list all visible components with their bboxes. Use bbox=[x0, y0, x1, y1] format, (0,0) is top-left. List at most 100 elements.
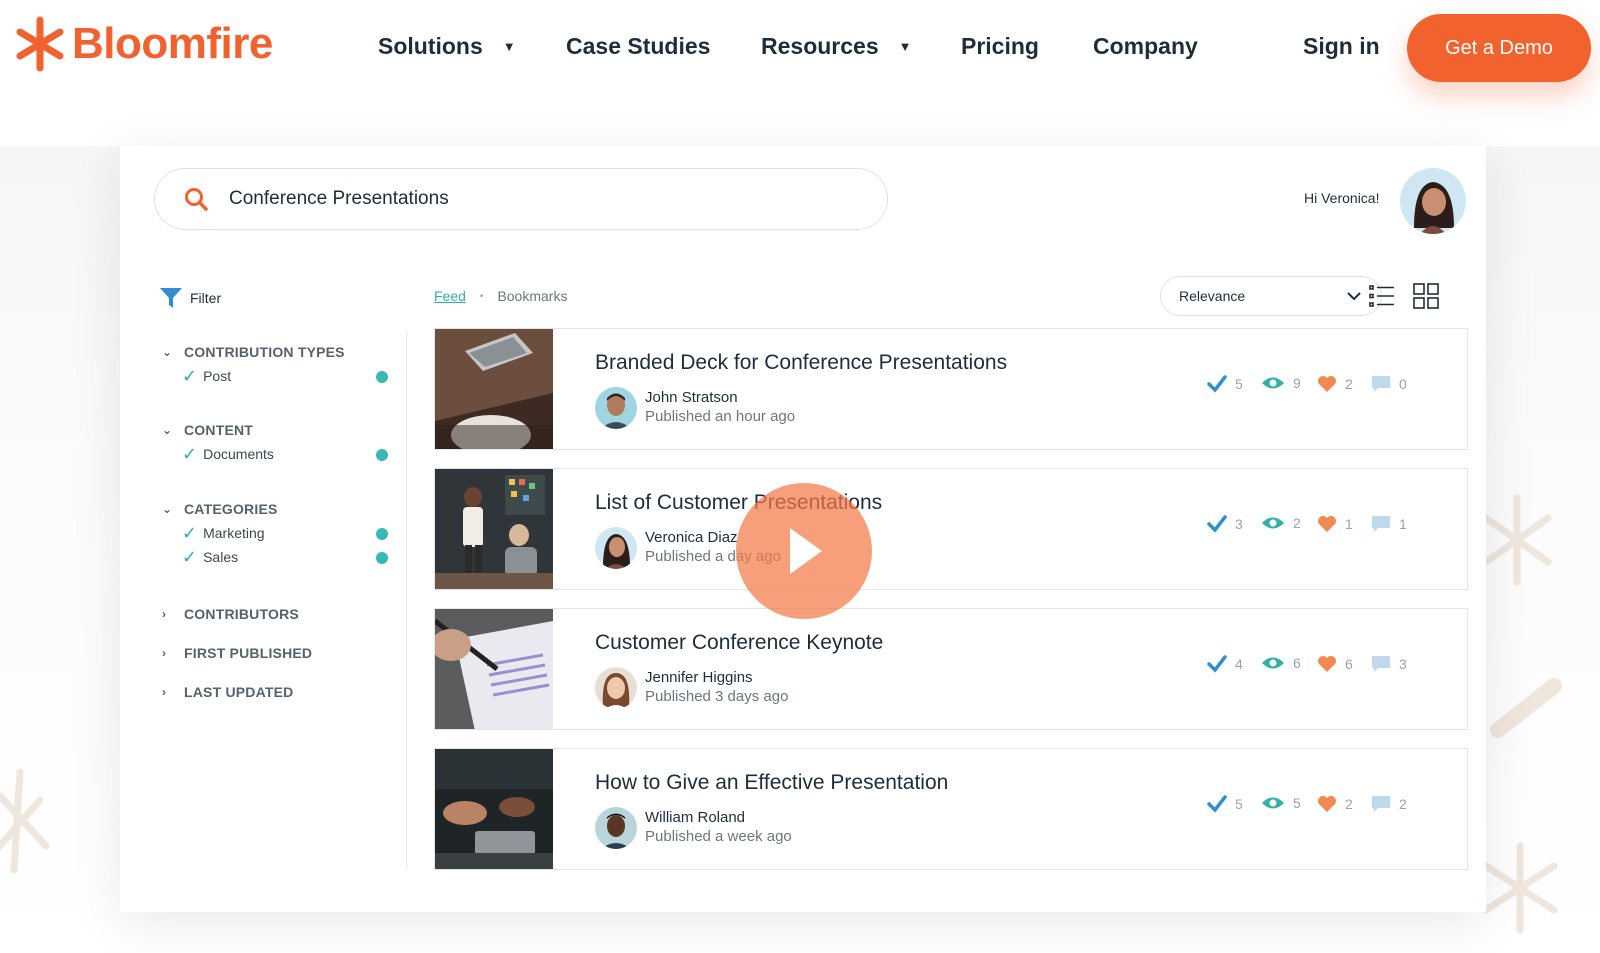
sort-dropdown[interactable]: Relevance bbox=[1160, 276, 1382, 316]
top-navigation: Bloomfire Solutions ▼ Case Studies Resou… bbox=[0, 0, 1600, 146]
filter-option-label: Sales bbox=[203, 549, 239, 565]
author-avatar[interactable] bbox=[595, 527, 637, 569]
stat-comments-count: 0 bbox=[1399, 376, 1407, 392]
filter-option-documents[interactable]: ✓ Documents bbox=[182, 445, 388, 463]
nav-pricing[interactable]: Pricing bbox=[961, 33, 1039, 60]
decorative-stroke-icon bbox=[1490, 678, 1562, 738]
stat-views: 6 bbox=[1261, 655, 1301, 671]
filter-option-sales[interactable]: ✓ Sales bbox=[182, 548, 388, 566]
caret-down-icon: ▼ bbox=[898, 39, 912, 54]
nav-case-studies[interactable]: Case Studies bbox=[566, 33, 710, 60]
nav-case-studies-label: Case Studies bbox=[566, 33, 711, 59]
feed-item[interactable]: List of Customer Presentations Veronica … bbox=[434, 468, 1468, 590]
filter-option-post[interactable]: ✓ Post bbox=[182, 367, 388, 385]
post-thumbnail bbox=[435, 749, 553, 869]
sign-in-link[interactable]: Sign in bbox=[1303, 33, 1380, 60]
chevron-right-icon: › bbox=[162, 685, 167, 699]
stat-comments: 0 bbox=[1371, 375, 1407, 393]
laptop-desk-photo bbox=[435, 329, 553, 449]
nav-pricing-label: Pricing bbox=[961, 33, 1039, 59]
avatar-william-image bbox=[595, 807, 637, 849]
post-title[interactable]: Branded Deck for Conference Presentation… bbox=[595, 351, 1007, 375]
check-icon bbox=[1207, 515, 1227, 533]
decorative-asterisk-icon bbox=[0, 768, 50, 874]
author-name[interactable]: Jennifer Higgins bbox=[645, 669, 753, 686]
filter-toggle[interactable]: Filter bbox=[160, 288, 221, 308]
nav-company-label: Company bbox=[1093, 33, 1198, 59]
filter-group-toggle[interactable]: ⌄ CATEGORIES bbox=[162, 501, 388, 517]
nav-company[interactable]: Company bbox=[1093, 33, 1198, 60]
author-name[interactable]: William Roland bbox=[645, 809, 745, 826]
search-input-value[interactable]: Conference Presentations bbox=[229, 188, 449, 210]
filter-option-label: Documents bbox=[203, 446, 274, 462]
filter-group-toggle[interactable]: ⌄ CONTENT bbox=[162, 422, 388, 438]
user-avatar[interactable] bbox=[1400, 168, 1466, 234]
stat-checks: 3 bbox=[1207, 515, 1243, 533]
stat-checks-count: 4 bbox=[1235, 656, 1243, 672]
check-icon bbox=[1207, 795, 1227, 813]
eye-icon bbox=[1262, 517, 1284, 529]
get-a-demo-button[interactable]: Get a Demo bbox=[1407, 14, 1591, 82]
comment-icon bbox=[1372, 516, 1390, 532]
feed-item[interactable]: How to Give an Effective Presentation Wi… bbox=[434, 748, 1468, 870]
nav-solutions[interactable]: Solutions ▼ bbox=[378, 33, 516, 60]
tab-bookmarks[interactable]: Bookmarks bbox=[497, 288, 567, 304]
published-time: Published an hour ago bbox=[645, 408, 796, 425]
post-thumbnail bbox=[435, 609, 553, 729]
author-avatar[interactable] bbox=[595, 387, 637, 429]
filter-group-toggle[interactable]: › LAST UPDATED bbox=[162, 684, 293, 700]
office-meeting-photo bbox=[435, 469, 553, 589]
post-title[interactable]: How to Give an Effective Presentation bbox=[595, 771, 948, 795]
stat-comments-count: 2 bbox=[1399, 796, 1407, 812]
team-discussion-photo bbox=[435, 749, 553, 869]
tab-feed[interactable]: Feed bbox=[434, 288, 466, 304]
filter-group-categories: ⌄ CATEGORIES ✓ Marketing ✓ Sales bbox=[162, 501, 388, 566]
stat-likes: 2 bbox=[1317, 375, 1353, 393]
chevron-right-icon: › bbox=[162, 607, 167, 621]
decorative-asterisk-icon bbox=[1482, 494, 1552, 586]
post-thumbnail bbox=[435, 329, 553, 449]
stat-checks-count: 5 bbox=[1235, 376, 1243, 392]
brand-logo[interactable]: Bloomfire bbox=[14, 14, 273, 74]
filter-group-toggle[interactable]: ⌄ CONTRIBUTION TYPES bbox=[162, 344, 388, 360]
stat-comments: 3 bbox=[1371, 655, 1407, 673]
play-icon bbox=[790, 528, 822, 574]
nav-resources[interactable]: Resources ▼ bbox=[761, 33, 912, 60]
eye-icon bbox=[1262, 657, 1284, 669]
search-bar[interactable]: Conference Presentations bbox=[154, 168, 888, 230]
funnel-icon bbox=[160, 288, 182, 308]
filter-group-toggle[interactable]: › FIRST PUBLISHED bbox=[162, 645, 312, 661]
stat-checks-count: 5 bbox=[1235, 796, 1243, 812]
author-avatar[interactable] bbox=[595, 807, 637, 849]
stat-likes: 1 bbox=[1317, 515, 1353, 533]
stat-comments: 2 bbox=[1371, 795, 1407, 813]
active-dot bbox=[376, 449, 388, 461]
filter-group-last-updated: › LAST UPDATED bbox=[162, 684, 293, 700]
check-icon bbox=[1207, 655, 1227, 673]
author-name[interactable]: Veronica Diaz bbox=[645, 529, 738, 546]
filter-group-toggle[interactable]: › CONTRIBUTORS bbox=[162, 606, 299, 622]
feed-item[interactable]: Branded Deck for Conference Presentation… bbox=[434, 328, 1468, 450]
stat-views: 9 bbox=[1261, 375, 1301, 391]
stat-checks: 4 bbox=[1207, 655, 1243, 673]
stat-comments-count: 1 bbox=[1399, 516, 1407, 532]
stat-views-count: 5 bbox=[1293, 795, 1301, 811]
search-icon bbox=[185, 188, 208, 211]
avatar-veronica-image bbox=[1400, 168, 1466, 234]
published-time: Published a week ago bbox=[645, 828, 792, 845]
author-name[interactable]: John Stratson bbox=[645, 389, 738, 406]
avatar-veronica-image bbox=[595, 527, 637, 569]
feed-item[interactable]: Customer Conference Keynote Jennifer Hig… bbox=[434, 608, 1468, 730]
tab-separator: • bbox=[479, 290, 484, 302]
grid-view-icon[interactable] bbox=[1412, 282, 1440, 310]
filter-option-marketing[interactable]: ✓ Marketing bbox=[182, 524, 388, 542]
author-avatar[interactable] bbox=[595, 667, 637, 709]
stat-likes: 6 bbox=[1317, 655, 1353, 673]
filter-group-title: CONTENT bbox=[184, 422, 254, 438]
stat-comments-count: 3 bbox=[1399, 656, 1407, 672]
video-play-button[interactable] bbox=[736, 483, 872, 619]
filter-group-content: ⌄ CONTENT ✓ Documents bbox=[162, 422, 388, 463]
nav-resources-label: Resources bbox=[761, 33, 879, 59]
list-view-icon[interactable] bbox=[1368, 282, 1396, 310]
post-title[interactable]: Customer Conference Keynote bbox=[595, 631, 883, 655]
